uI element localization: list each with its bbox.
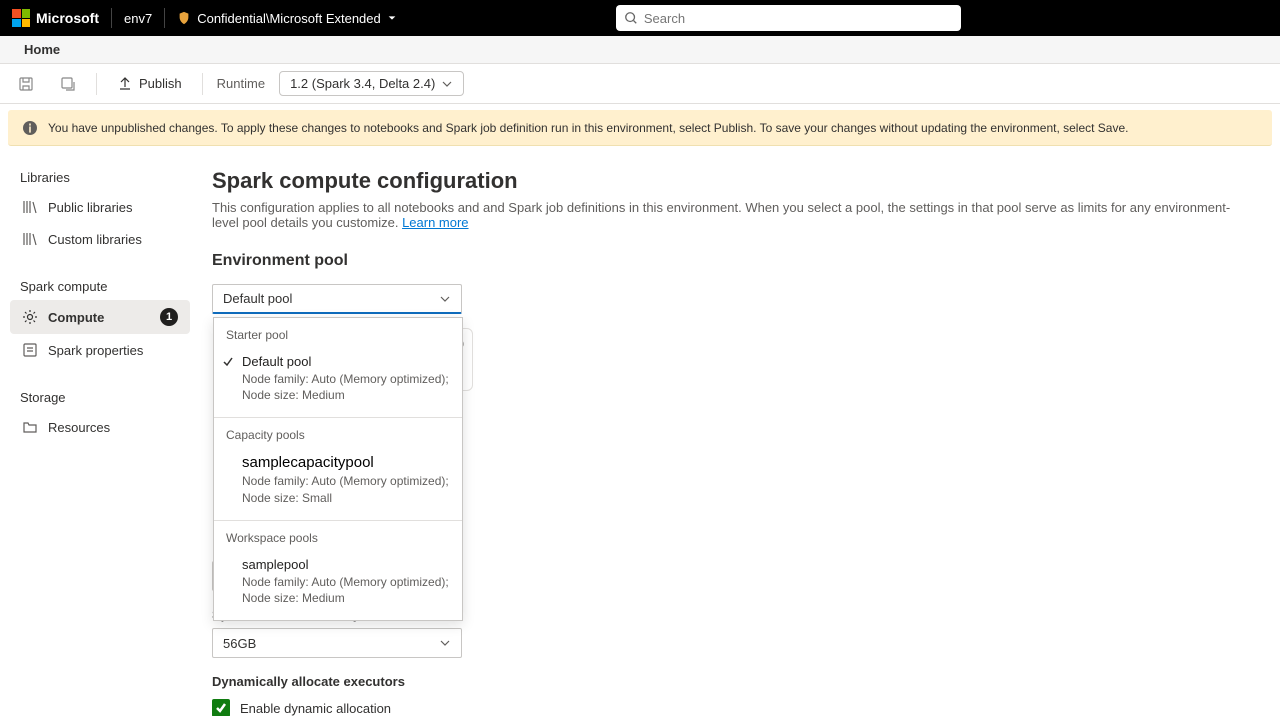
group-label: Capacity pools bbox=[214, 426, 462, 448]
chevron-down-icon bbox=[439, 637, 451, 649]
folder-icon bbox=[22, 419, 38, 435]
runtime-label: Runtime bbox=[217, 76, 265, 91]
nav-row: Home bbox=[0, 36, 1280, 64]
label-dynamic-allocate: Dynamically allocate executors bbox=[212, 674, 1248, 689]
save-as-button[interactable] bbox=[54, 72, 82, 96]
save-as-icon bbox=[60, 76, 76, 92]
chevron-down-icon bbox=[441, 78, 453, 90]
option-title: samplecapacitypool bbox=[242, 454, 450, 471]
shield-icon bbox=[177, 11, 191, 25]
sidebar-group-storage: Storage bbox=[10, 384, 190, 411]
ms-logo-squares bbox=[12, 9, 30, 27]
properties-icon bbox=[22, 342, 38, 358]
group-label: Workspace pools bbox=[214, 529, 462, 551]
sidebar-item-label: Resources bbox=[48, 420, 110, 435]
search-icon bbox=[624, 11, 638, 25]
check-icon bbox=[222, 356, 234, 368]
info-icon bbox=[22, 120, 38, 136]
runtime-dropdown[interactable]: 1.2 (Spark 3.4, Delta 2.4) bbox=[279, 71, 464, 96]
pool-group-starter: Starter pool Default pool Node family: A… bbox=[214, 318, 462, 418]
banner-text: You have unpublished changes. To apply t… bbox=[48, 121, 1129, 135]
environment-name[interactable]: env7 bbox=[124, 11, 152, 26]
section-environment-pool: Environment pool bbox=[212, 252, 1248, 270]
spark-executor-memory-dropdown[interactable]: 56GB bbox=[212, 628, 462, 658]
group-label: Starter pool bbox=[214, 326, 462, 348]
info-banner: You have unpublished changes. To apply t… bbox=[8, 110, 1272, 146]
sidebar-item-label: Custom libraries bbox=[48, 232, 142, 247]
microsoft-logo[interactable]: Microsoft bbox=[12, 9, 99, 27]
page-title: Spark compute configuration bbox=[212, 168, 1248, 194]
sensitivity-text: Confidential\Microsoft Extended bbox=[197, 11, 381, 26]
pool-selected-value: Default pool bbox=[223, 291, 292, 306]
option-desc: Node family: Auto (Memory optimized); No… bbox=[242, 371, 450, 403]
chevron-down-icon bbox=[439, 293, 451, 305]
pool-option-samplecapacity[interactable]: samplecapacitypool Node family: Auto (Me… bbox=[214, 448, 462, 511]
main-content: Spark compute configuration This configu… bbox=[200, 146, 1280, 716]
sidebar-item-public-libraries[interactable]: Public libraries bbox=[10, 191, 190, 223]
publish-icon bbox=[117, 76, 133, 92]
badge-count: 1 bbox=[160, 308, 178, 326]
separator bbox=[202, 73, 203, 95]
option-desc: Node family: Auto (Memory optimized); No… bbox=[242, 574, 450, 606]
check-icon bbox=[215, 702, 227, 714]
runtime-value: 1.2 (Spark 3.4, Delta 2.4) bbox=[290, 76, 435, 91]
separator bbox=[96, 73, 97, 95]
save-icon bbox=[18, 76, 34, 92]
sidebar-item-resources[interactable]: Resources bbox=[10, 411, 190, 443]
memory-value: 56GB bbox=[223, 636, 256, 651]
option-title: Default pool bbox=[242, 354, 450, 369]
environment-pool-dropdown[interactable]: Default pool Starter pool Default pool N… bbox=[212, 284, 462, 314]
library-icon bbox=[22, 199, 38, 215]
sensitivity-label[interactable]: Confidential\Microsoft Extended bbox=[177, 11, 397, 26]
tab-home[interactable]: Home bbox=[14, 38, 70, 61]
search-input[interactable] bbox=[644, 11, 953, 26]
pool-group-workspace: Workspace pools samplepool Node family: … bbox=[214, 521, 462, 620]
option-desc: Node family: Auto (Memory optimized); No… bbox=[242, 473, 450, 505]
toolbar: Publish Runtime 1.2 (Spark 3.4, Delta 2.… bbox=[0, 64, 1280, 104]
pool-option-samplepool[interactable]: samplepool Node family: Auto (Memory opt… bbox=[214, 551, 462, 612]
page-subtitle: This configuration applies to all notebo… bbox=[212, 200, 1248, 230]
pool-dropdown-panel: Starter pool Default pool Node family: A… bbox=[213, 317, 463, 621]
gear-icon bbox=[22, 309, 38, 325]
save-button[interactable] bbox=[12, 72, 40, 96]
publish-button[interactable]: Publish bbox=[111, 72, 188, 96]
pool-group-capacity: Capacity pools samplecapacitypool Node f… bbox=[214, 418, 462, 520]
checkbox-dynamic-allocation[interactable]: Enable dynamic allocation bbox=[212, 699, 1248, 716]
sidebar-group-libraries: Libraries bbox=[10, 164, 190, 191]
checkbox-icon bbox=[212, 699, 230, 716]
sidebar: Libraries Public libraries Custom librar… bbox=[0, 146, 200, 716]
brand-text: Microsoft bbox=[36, 10, 99, 26]
global-search[interactable] bbox=[616, 5, 961, 31]
sidebar-item-spark-properties[interactable]: Spark properties bbox=[10, 334, 190, 366]
library-icon bbox=[22, 231, 38, 247]
sidebar-item-label: Public libraries bbox=[48, 200, 133, 215]
pool-option-default[interactable]: Default pool Node family: Auto (Memory o… bbox=[214, 348, 462, 409]
sidebar-item-label: Spark properties bbox=[48, 343, 143, 358]
sidebar-item-label: Compute bbox=[48, 310, 104, 325]
sidebar-item-custom-libraries[interactable]: Custom libraries bbox=[10, 223, 190, 255]
top-bar: Microsoft env7 Confidential\Microsoft Ex… bbox=[0, 0, 1280, 36]
learn-more-link[interactable]: Learn more bbox=[402, 215, 468, 230]
publish-label: Publish bbox=[139, 76, 182, 91]
option-title: samplepool bbox=[242, 557, 450, 572]
divider bbox=[111, 8, 112, 28]
sidebar-group-spark-compute: Spark compute bbox=[10, 273, 190, 300]
divider bbox=[164, 8, 165, 28]
chevron-down-icon bbox=[387, 13, 397, 23]
sidebar-item-compute[interactable]: Compute 1 bbox=[10, 300, 190, 334]
checkbox-label: Enable dynamic allocation bbox=[240, 701, 391, 716]
